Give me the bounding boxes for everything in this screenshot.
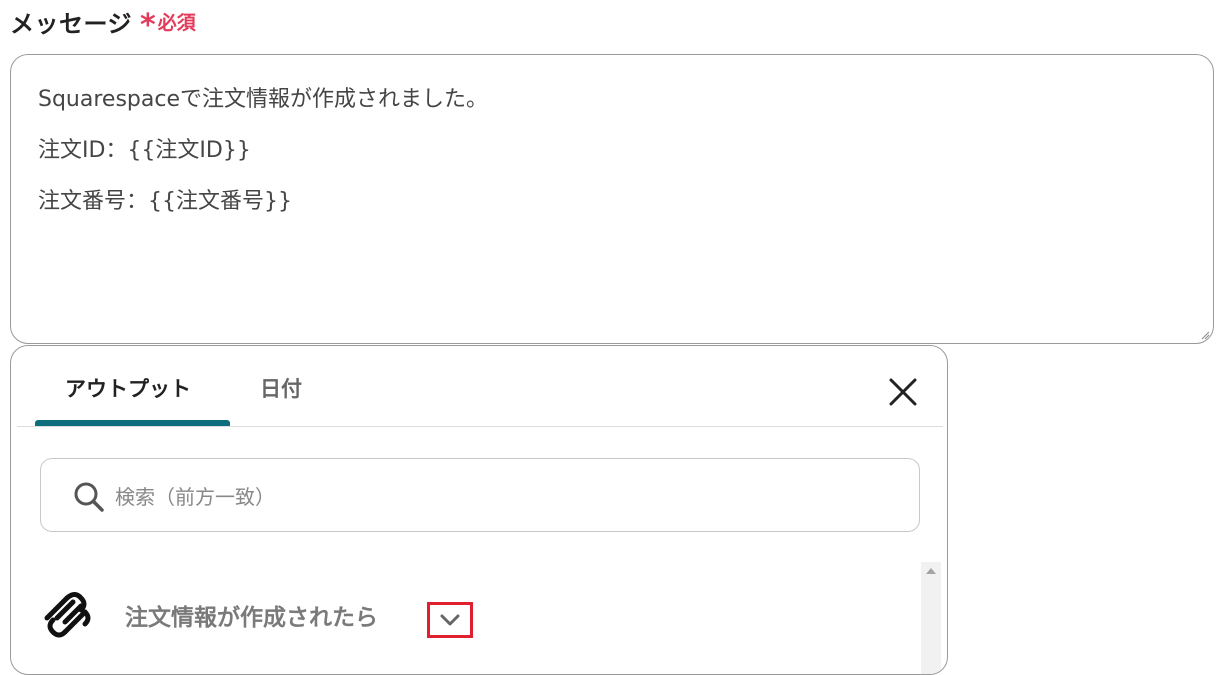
close-icon[interactable]	[883, 372, 923, 412]
message-line-2: 注文ID：{{注文ID}}	[38, 138, 251, 163]
chevron-down-icon	[440, 614, 460, 626]
output-picker-panel: アウトプット 日付 注文情報が作成されたら	[10, 345, 948, 675]
search-input[interactable]	[113, 477, 897, 517]
required-indicator: * 必須	[140, 6, 196, 41]
tab-divider	[17, 426, 943, 427]
output-group-order-created[interactable]: 注文情報が作成されたら	[41, 592, 378, 638]
field-label-text: メッセージ	[10, 9, 133, 38]
tab-output[interactable]: アウトプット	[65, 370, 191, 406]
output-group-label: 注文情報が作成されたら	[125, 605, 378, 631]
message-line-3: 注文番号：{{注文番号}}	[38, 189, 292, 214]
message-textarea[interactable]: Squarespaceで注文情報が作成されました。 注文ID：{{注文ID}} …	[10, 54, 1214, 344]
required-asterisk: *	[140, 8, 156, 43]
resize-handle-icon[interactable]	[1200, 330, 1210, 340]
message-field-label: メッセージ * 必須	[10, 4, 196, 41]
tab-date[interactable]: 日付	[260, 370, 302, 406]
search-box	[40, 458, 920, 532]
squarespace-logo-icon	[44, 592, 91, 638]
required-text: 必須	[157, 11, 196, 34]
scrollbar[interactable]	[921, 562, 941, 674]
scroll-up-arrow-icon[interactable]	[926, 568, 936, 574]
search-icon	[74, 482, 104, 512]
expand-group-button[interactable]	[427, 602, 473, 638]
message-line-1: Squarespaceで注文情報が作成されました。	[38, 87, 488, 112]
